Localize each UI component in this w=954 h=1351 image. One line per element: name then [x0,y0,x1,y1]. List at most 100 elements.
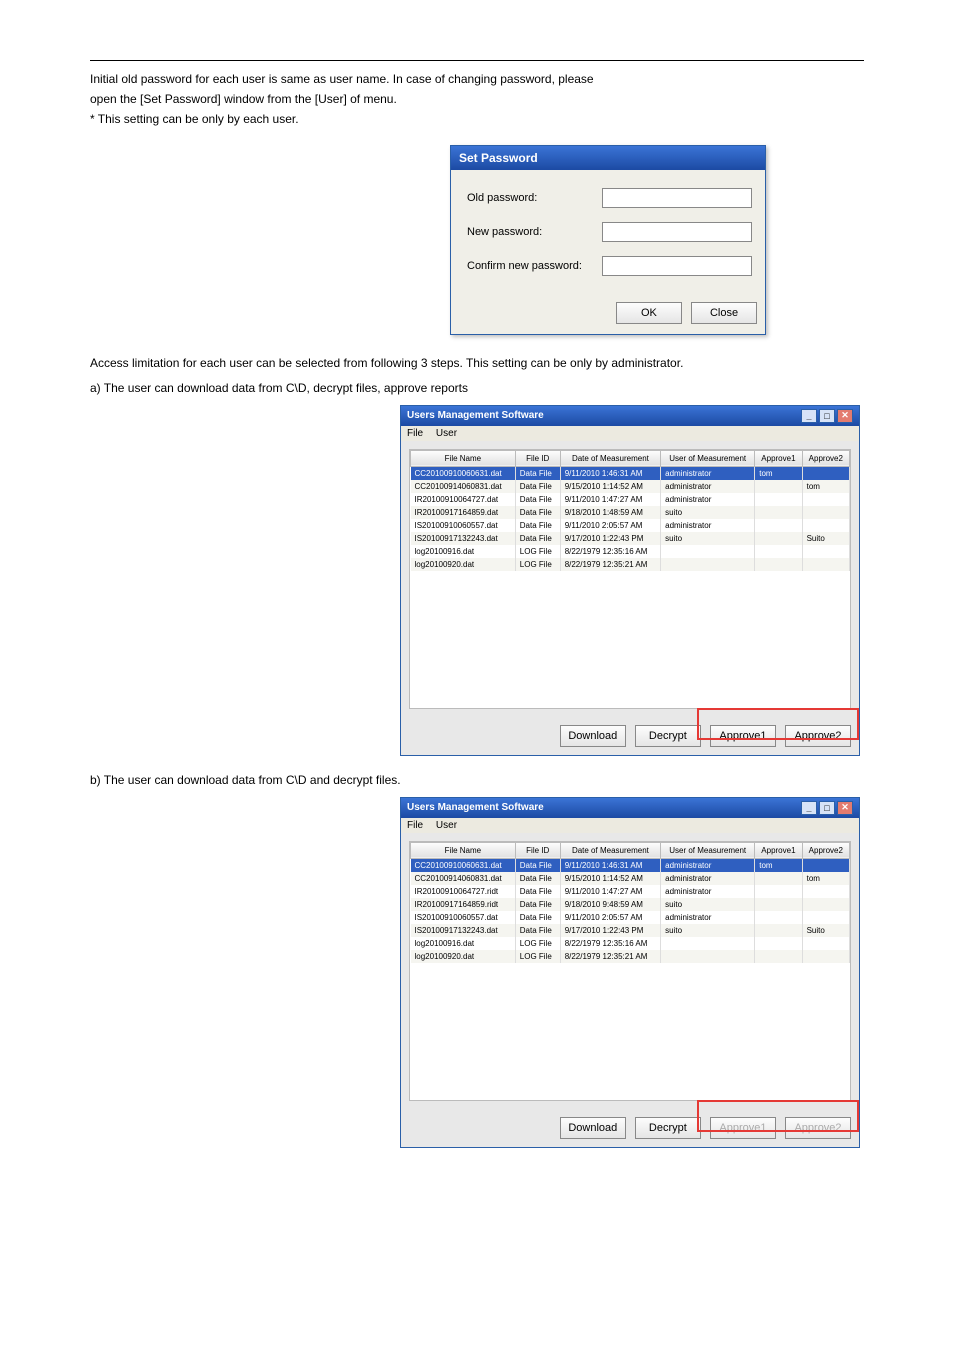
cell: CC20100914060831.dat [411,480,516,493]
cell: 9/15/2010 1:14:52 AM [560,480,660,493]
column-header[interactable]: User of Measurement [661,450,755,466]
cell: Data File [515,885,560,898]
table-row[interactable]: IS20100917132243.datData File9/17/2010 1… [411,532,850,545]
cell: IS20100910060557.dat [411,519,516,532]
cell [755,506,802,519]
approve1-button[interactable]: Approve1 [710,725,776,747]
cell: 9/18/2010 9:48:59 AM [560,898,660,911]
confirm-password-input[interactable] [602,256,752,276]
maximize-icon[interactable]: □ [819,409,835,423]
cell: administrator [661,466,755,480]
cell: IR20100910064727.dat [411,493,516,506]
table-row[interactable]: IS20100910060557.datData File9/11/2010 2… [411,911,850,924]
download-button[interactable]: Download [560,1117,626,1139]
column-header[interactable]: Date of Measurement [560,842,660,858]
cell: Data File [515,872,560,885]
cell: Data File [515,519,560,532]
decrypt-button[interactable]: Decrypt [635,725,701,747]
column-header[interactable]: File ID [515,842,560,858]
approve2-button[interactable]: Approve2 [785,1117,851,1139]
minimize-icon[interactable]: _ [801,801,817,815]
close-icon[interactable]: ✕ [837,409,853,423]
decrypt-button[interactable]: Decrypt [635,1117,701,1139]
cell [802,558,849,571]
cell: IS20100910060557.dat [411,911,516,924]
cell: log20100920.dat [411,950,516,963]
cell: Data File [515,924,560,937]
ok-button[interactable]: OK [616,302,682,324]
cell [661,950,755,963]
titlebar: Users Management Software _ □ ✕ [401,406,859,426]
menu-file[interactable]: File [407,820,423,831]
approve1-button[interactable]: Approve1 [710,1117,776,1139]
cell: CC20100910060631.dat [411,858,516,872]
menu-user[interactable]: User [436,428,457,439]
cell: Data File [515,466,560,480]
menu-user[interactable]: User [436,820,457,831]
column-header[interactable]: Approve1 [755,842,802,858]
download-button[interactable]: Download [560,725,626,747]
column-header[interactable]: File Name [411,842,516,858]
new-password-input[interactable] [602,222,752,242]
bullet-a: a) The user can download data from C\D, … [90,380,864,397]
maximize-icon[interactable]: □ [819,801,835,815]
cell: IR20100917164859.dat [411,506,516,519]
cell: IR20100910064727.ridt [411,885,516,898]
menu-file[interactable]: File [407,428,423,439]
cell [755,519,802,532]
cell: 9/18/2010 1:48:59 AM [560,506,660,519]
column-header[interactable]: Approve1 [755,450,802,466]
cell [802,519,849,532]
cell: 9/11/2010 1:46:31 AM [560,858,660,872]
table-row[interactable]: IS20100917132243.datData File9/17/2010 1… [411,924,850,937]
cell: log20100916.dat [411,937,516,950]
table-row[interactable]: log20100920.datLOG File8/22/1979 12:35:2… [411,558,850,571]
table-row[interactable]: IS20100910060557.datData File9/11/2010 2… [411,519,850,532]
table-row[interactable]: IR20100910064727.ridtData File9/11/2010 … [411,885,850,898]
table-row[interactable]: CC20100910060631.datData File9/11/2010 1… [411,466,850,480]
table-row[interactable]: IR20100910064727.datData File9/11/2010 1… [411,493,850,506]
cell: LOG File [515,937,560,950]
cell: suito [661,898,755,911]
dialog-title: Set Password [451,146,765,170]
cell: LOG File [515,950,560,963]
bottom-bar: Download Decrypt Approve1 Approve2 [401,1109,859,1147]
cell: tom [755,858,802,872]
old-password-input[interactable] [602,188,752,208]
column-header[interactable]: Date of Measurement [560,450,660,466]
cell: 9/11/2010 1:47:27 AM [560,885,660,898]
table-row[interactable]: IR20100917164859.ridtData File9/18/2010 … [411,898,850,911]
cell: IS20100917132243.dat [411,924,516,937]
cell [755,872,802,885]
table-row[interactable]: log20100916.datLOG File8/22/1979 12:35:1… [411,545,850,558]
table-row[interactable]: CC20100914060831.datData File9/15/2010 1… [411,872,850,885]
table-row[interactable]: log20100920.datLOG File8/22/1979 12:35:2… [411,950,850,963]
cell: Data File [515,532,560,545]
cell: administrator [661,858,755,872]
cell [802,885,849,898]
column-header[interactable]: File Name [411,450,516,466]
bullet-b: b) The user can download data from C\D a… [90,772,864,789]
cell: 8/22/1979 12:35:16 AM [560,937,660,950]
cell [755,924,802,937]
column-header[interactable]: Approve2 [802,450,849,466]
minimize-icon[interactable]: _ [801,409,817,423]
column-header[interactable]: User of Measurement [661,842,755,858]
close-icon[interactable]: ✕ [837,801,853,815]
table-row[interactable]: CC20100914060831.datData File9/15/2010 1… [411,480,850,493]
column-header[interactable]: Approve2 [802,842,849,858]
column-header[interactable]: File ID [515,450,560,466]
cell: CC20100910060631.dat [411,466,516,480]
close-button[interactable]: Close [691,302,757,324]
table-row[interactable]: log20100916.datLOG File8/22/1979 12:35:1… [411,937,850,950]
table-row[interactable]: IR20100917164859.datData File9/18/2010 1… [411,506,850,519]
cell [802,545,849,558]
app-title: Users Management Software [407,802,544,813]
cell: 9/15/2010 1:14:52 AM [560,872,660,885]
new-password-label: New password: [467,226,602,238]
approve2-button[interactable]: Approve2 [785,725,851,747]
table-row[interactable]: CC20100910060631.datData File9/11/2010 1… [411,858,850,872]
cell [661,558,755,571]
cell [755,885,802,898]
cell [755,558,802,571]
